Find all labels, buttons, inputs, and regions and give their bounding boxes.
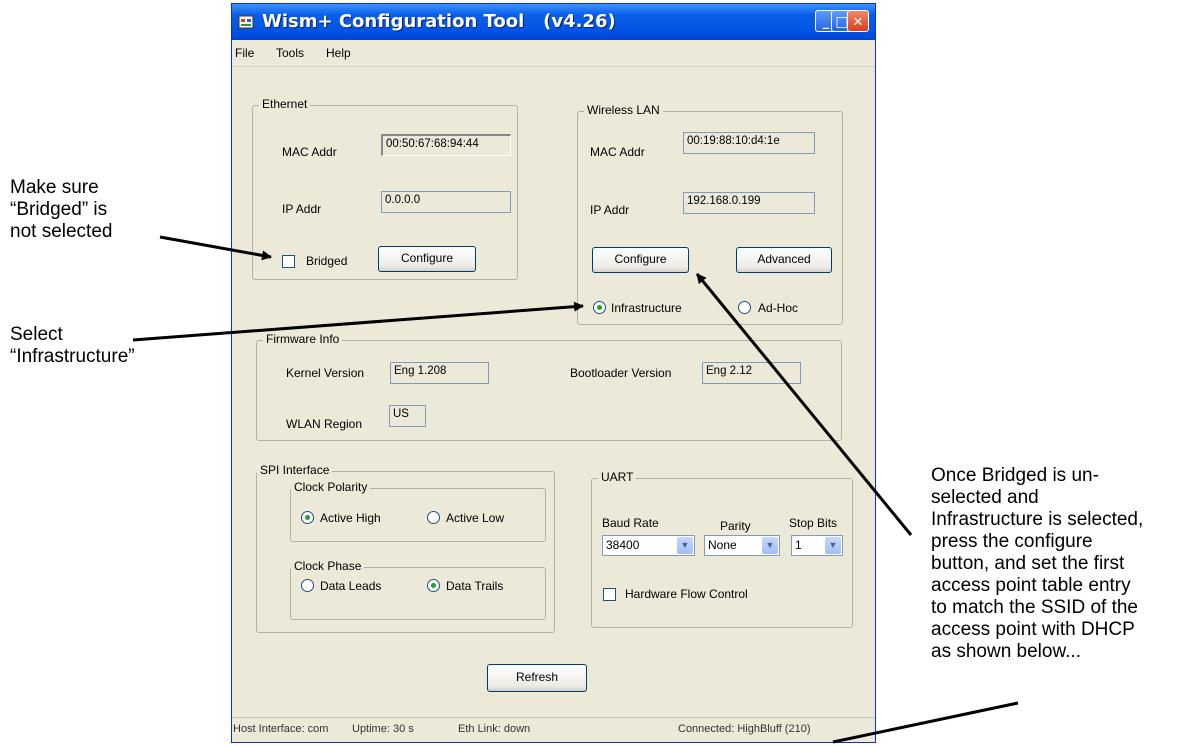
arrow-to-statusbar (832, 701, 1019, 744)
arrow-to-configure (695, 273, 913, 536)
callout-arrows (132, 235, 1019, 744)
arrow-to-infrastructure (132, 301, 584, 342)
arrow-to-bridged (159, 235, 272, 261)
